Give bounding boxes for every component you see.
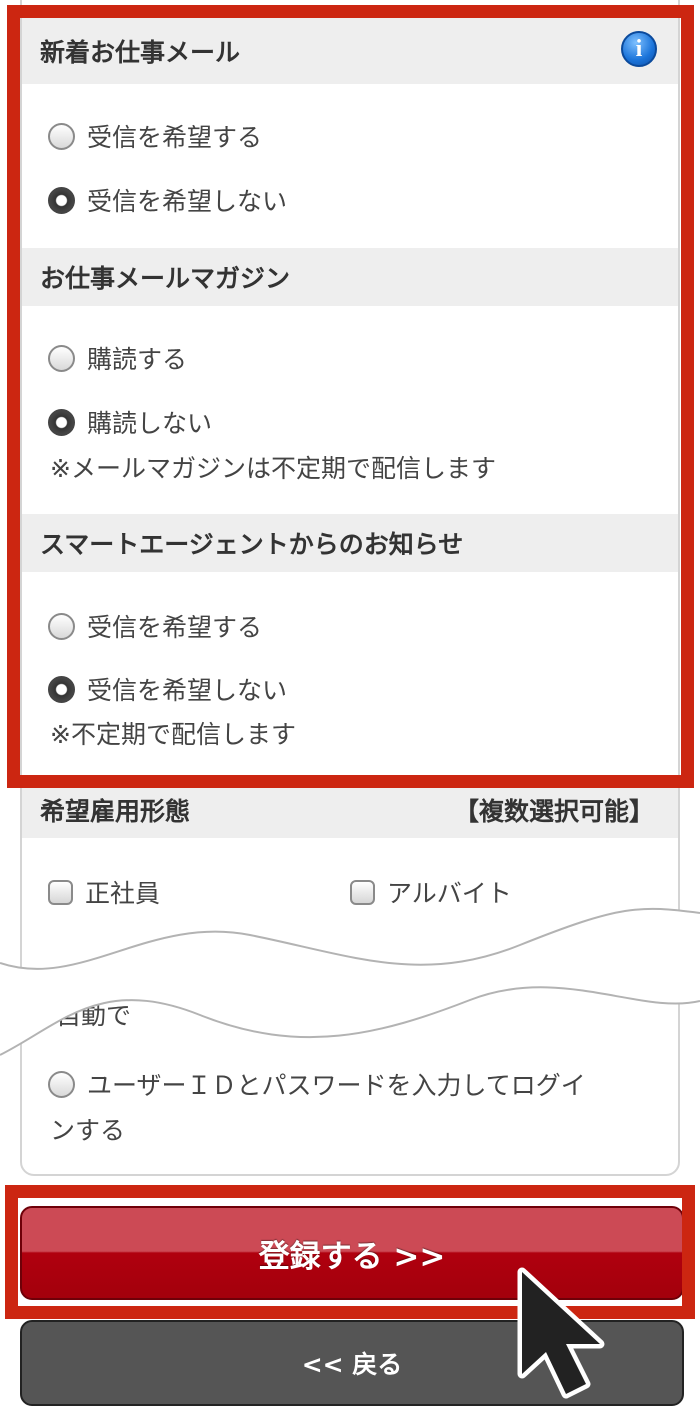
radio-option[interactable]: ユーザーＩＤとパスワードを入力してログイ	[48, 1066, 586, 1102]
section-title: 希望雇用形態	[40, 797, 191, 826]
checkbox[interactable]	[48, 879, 73, 905]
wave-cut	[0, 907, 700, 1056]
option-label-continued: ンする	[50, 1116, 126, 1145]
section-header-employment: 希望雇用形態 【複数選択可能】	[22, 782, 678, 838]
highlight-box-mail-settings	[7, 5, 694, 788]
cursor-icon	[517, 1267, 605, 1399]
checkbox[interactable]	[350, 879, 375, 905]
option-label: ユーザーＩＤとパスワードを入力してログイ	[87, 1071, 586, 1100]
multi-select-label: 【複数選択可能】	[453, 797, 654, 826]
back-button-label: << 戻る	[301, 1350, 403, 1379]
radio-button[interactable]	[48, 1070, 75, 1098]
